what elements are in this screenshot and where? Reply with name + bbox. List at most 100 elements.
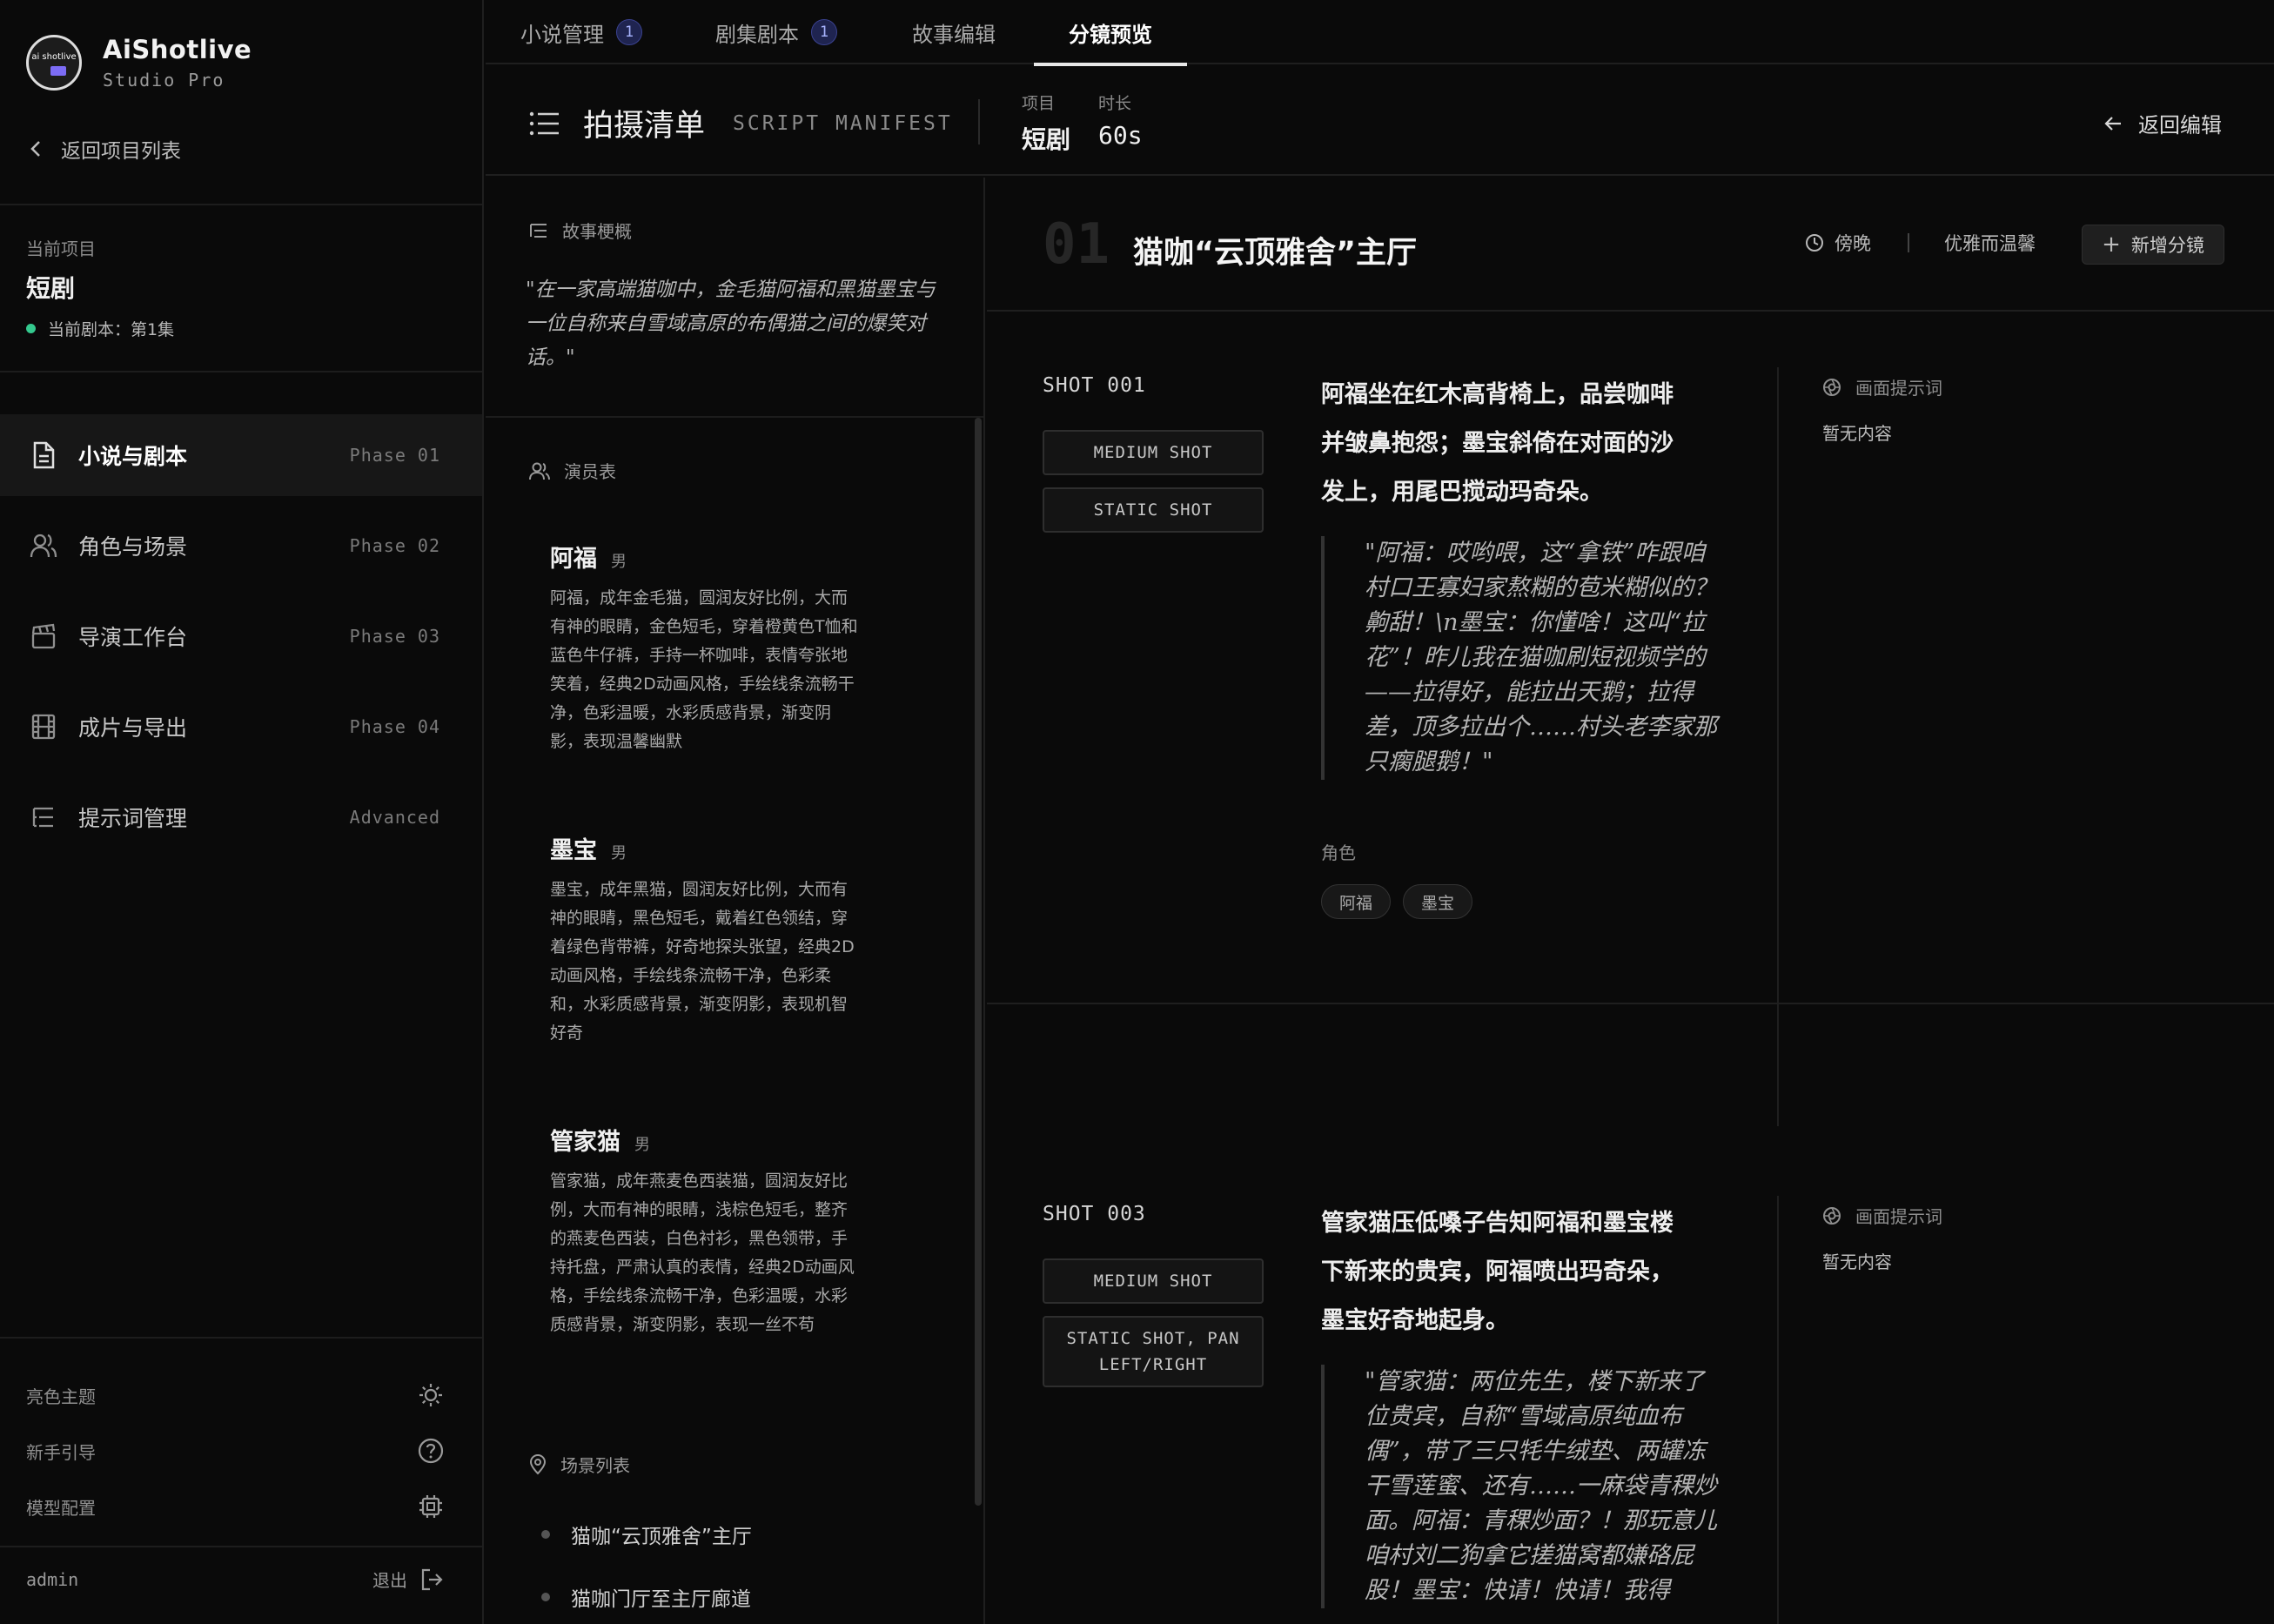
aperture-icon — [1823, 1206, 1841, 1225]
shot-dialogue: "阿福：哎哟喂，这“拿铁”咋跟咱村口王寡妇家熬糊的苞米糊似的？齁甜！\n墨宝：你… — [1321, 536, 1727, 780]
prompt-heading: 画面提示词 — [1822, 1203, 1942, 1228]
nav-item-prompt-management[interactable]: 提示词管理 Advanced — [0, 776, 482, 858]
tab-storyboard-preview[interactable]: 分镜预览 — [1034, 0, 1187, 66]
logo-text: ai shotlive — [31, 52, 77, 62]
tab-story-edit[interactable]: 故事编辑 — [912, 0, 996, 64]
logout-button[interactable]: 退出 — [372, 1567, 444, 1592]
scene-header: 01 猫咖“云顶雅舍”主厅 傍晚 优雅而温馨 + 新增分镜 — [987, 178, 2274, 312]
duration-meta: 时长 60s — [1098, 91, 1143, 150]
actor-description: 管家猫，成年燕麦色西装猫，圆润友好比例，大而有神的眼睛，浅棕色短毛，整齐的燕麦色… — [550, 1171, 855, 1334]
divider — [1777, 367, 1779, 1126]
cast-card[interactable]: 管家猫男 管家猫，成年燕麦色西装猫，圆润友好比例，大而有神的眼睛，浅棕色短毛，整… — [550, 1123, 950, 1339]
nav-phase: Phase 01 — [349, 445, 440, 466]
light-theme-toggle[interactable]: 亮色主题 — [26, 1382, 444, 1408]
actor-gender: 男 — [611, 553, 627, 571]
aperture-icon — [1823, 378, 1841, 396]
shot-id: SHOT 001 — [1043, 374, 1146, 397]
current-script-label: 当前剧本：第1集 — [48, 320, 175, 339]
project-meta: 项目 短剧 — [1022, 91, 1070, 156]
manifest-header: 拍摄清单 SCRIPT MANIFEST 项目 短剧 时长 60s 返回编辑 — [486, 66, 2274, 176]
nav-item-export[interactable]: 成片与导出 Phase 04 — [0, 686, 482, 768]
sidebar: ai shotlive AiShotlive Studio Pro 返回项目列表… — [0, 0, 484, 1624]
roles-label: 角色 — [1321, 842, 1356, 863]
scene-time-label: 傍晚 — [1835, 233, 1871, 254]
tab-label: 故事编辑 — [912, 22, 996, 47]
shot-size-tag: MEDIUM SHOT — [1043, 1258, 1264, 1304]
back-to-projects-label: 返回项目列表 — [61, 140, 181, 163]
actor-gender: 男 — [611, 844, 627, 862]
divider — [1908, 233, 1909, 252]
tab-episode-script[interactable]: 剧集剧本 1 — [715, 0, 837, 64]
meta-key: 项目 — [1022, 94, 1056, 113]
brand[interactable]: ai shotlive AiShotlive Studio Pro — [26, 35, 252, 91]
onboarding-guide[interactable]: 新手引导 — [26, 1438, 444, 1464]
page-subtitle: SCRIPT MANIFEST — [733, 111, 953, 135]
scrollbar[interactable] — [975, 418, 982, 1506]
logout-label: 退出 — [372, 1570, 407, 1591]
camera-icon — [50, 66, 66, 76]
storyboard-main: 01 猫咖“云顶雅舍”主厅 傍晚 优雅而温馨 + 新增分镜 SHOT 001 M… — [987, 178, 2274, 1624]
scene-number: 01 — [1043, 212, 1110, 277]
add-shot-button[interactable]: + 新增分镜 — [2082, 225, 2224, 265]
tab-count-badge: 1 — [616, 19, 642, 45]
clapperboard-icon — [30, 622, 57, 650]
nav-label: 小说与剧本 — [78, 444, 188, 469]
app-logo: ai shotlive — [26, 35, 82, 91]
nav-item-director-workbench[interactable]: 导演工作台 Phase 03 — [0, 595, 482, 677]
film-icon — [30, 713, 57, 741]
prompt-heading-label: 画面提示词 — [1855, 1206, 1942, 1227]
meta-value: 60s — [1098, 121, 1143, 150]
document-icon — [30, 441, 57, 469]
actor-gender: 男 — [634, 1136, 650, 1154]
scene-list-item[interactable]: 猫咖“云顶雅舍”主厅 — [541, 1520, 752, 1549]
back-to-edit-label: 返回编辑 — [2138, 113, 2222, 138]
nav-phase: Phase 03 — [349, 626, 440, 647]
app-name: AiShotlive — [103, 35, 252, 64]
divider — [0, 1337, 482, 1339]
divider — [978, 99, 980, 144]
scene-title: 猫咖“云顶雅舍”主厅 — [1133, 236, 1418, 271]
tab-novel-management[interactable]: 小说管理 1 — [520, 0, 642, 64]
meta-key: 时长 — [1098, 94, 1132, 113]
scene-list-item[interactable]: 猫咖门厅至主厅廊道 — [541, 1582, 751, 1612]
user-row: admin 退出 — [26, 1567, 444, 1592]
current-project-name: 短剧 — [26, 274, 76, 303]
prompt-heading: 画面提示词 — [1822, 374, 1942, 399]
scene-list-heading: 场景列表 — [529, 1452, 630, 1477]
camera-move-tag: STATIC SHOT, PAN LEFT/RIGHT — [1043, 1316, 1264, 1387]
divider — [0, 1546, 482, 1547]
nav-item-characters-scenes[interactable]: 角色与场景 Phase 02 — [0, 505, 482, 587]
shot-size-tag: MEDIUM SHOT — [1043, 430, 1264, 475]
bullet — [541, 1530, 550, 1539]
actor-name: 墨宝 — [550, 837, 597, 864]
help-circle-icon — [418, 1438, 444, 1464]
util-label: 新手引导 — [26, 1441, 96, 1463]
logout-icon — [421, 1568, 443, 1590]
scene-time: 傍晚 — [1805, 230, 1871, 256]
plus-icon: + — [2102, 232, 2121, 258]
nav-item-novel-script[interactable]: 小说与剧本 Phase 01 — [0, 414, 482, 496]
current-project-label: 当前项目 — [26, 238, 96, 259]
back-to-edit-button[interactable]: 返回编辑 — [2103, 108, 2222, 138]
divider — [0, 371, 482, 372]
scene-name: 猫咖门厅至主厅廊道 — [571, 1588, 751, 1611]
nav-phase: Phase 02 — [349, 535, 440, 556]
nav-label: 导演工作台 — [78, 625, 188, 650]
chevron-left-icon — [30, 141, 40, 157]
role-chip[interactable]: 墨宝 — [1403, 884, 1473, 919]
shot-id: SHOT 003 — [1043, 1203, 1146, 1225]
actor-name: 阿福 — [550, 546, 597, 573]
top-tab-bar: 小说管理 1 剧集剧本 1 故事编辑 分镜预览 — [486, 0, 2274, 66]
cast-card[interactable]: 墨宝男 墨宝，成年黑猫，圆润友好比例，大而有神的眼睛，黑色短毛，戴着红色领结，穿… — [550, 831, 950, 1048]
role-chip[interactable]: 阿福 — [1321, 884, 1392, 919]
meta-value: 短剧 — [1022, 125, 1071, 154]
section-label: 演员表 — [564, 461, 616, 482]
synopsis-heading: 故事梗概 — [529, 218, 632, 243]
divider — [1777, 1196, 1779, 1624]
cast-card[interactable]: 阿福男 阿福，成年金毛猫，圆润友好比例，大而有神的眼睛，金色短毛，穿着橙黄色T恤… — [550, 540, 950, 756]
nav-phase: Advanced — [349, 807, 440, 828]
prompt-empty-text: 暂无内容 — [1822, 1252, 1892, 1272]
app-subtitle: Studio Pro — [103, 70, 225, 91]
model-config[interactable]: 模型配置 — [26, 1493, 444, 1520]
back-to-projects-link[interactable]: 返回项目列表 — [30, 134, 181, 164]
